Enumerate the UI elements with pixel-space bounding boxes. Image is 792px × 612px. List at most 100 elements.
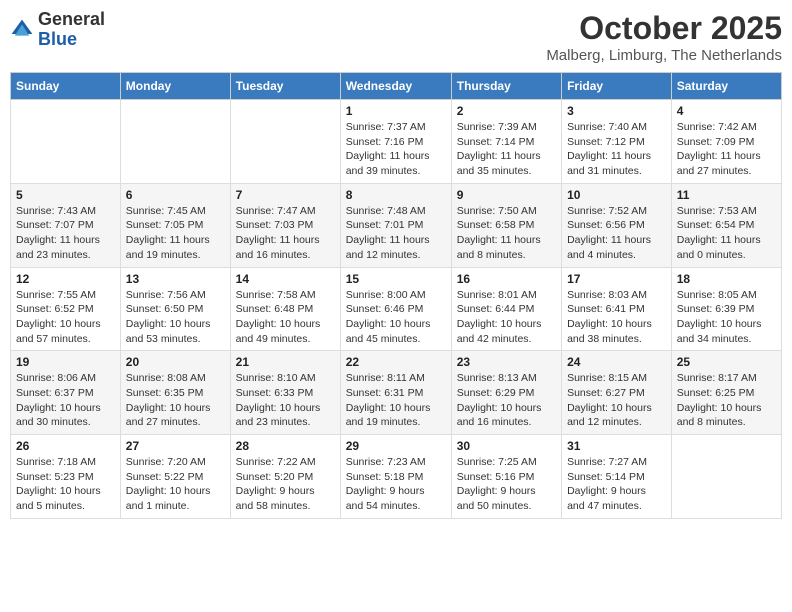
header-monday: Monday	[120, 73, 230, 100]
table-cell: 27Sunrise: 7:20 AMSunset: 5:22 PMDayligh…	[120, 435, 230, 519]
day-number: 19	[16, 355, 115, 369]
day-info: Sunrise: 7:27 AMSunset: 5:14 PMDaylight:…	[567, 455, 666, 514]
table-cell: 13Sunrise: 7:56 AMSunset: 6:50 PMDayligh…	[120, 267, 230, 351]
table-cell: 17Sunrise: 8:03 AMSunset: 6:41 PMDayligh…	[562, 267, 672, 351]
table-cell: 7Sunrise: 7:47 AMSunset: 7:03 PMDaylight…	[230, 183, 340, 267]
day-info: Sunrise: 8:10 AMSunset: 6:33 PMDaylight:…	[236, 371, 335, 430]
day-info: Sunrise: 8:06 AMSunset: 6:37 PMDaylight:…	[16, 371, 115, 430]
table-cell: 12 Sunrise: 7:55 AMSunset: 6:52 PMDayligh…	[11, 267, 121, 351]
day-number: 14	[236, 272, 335, 286]
day-info: Sunrise: 8:17 AMSunset: 6:25 PMDaylight:…	[677, 371, 776, 430]
table-cell: 8 Sunrise: 7:48 AMSunset: 7:01 PMDaylight…	[340, 183, 451, 267]
day-info: Sunrise: 7:23 AMSunset: 5:18 PMDaylight:…	[346, 455, 446, 514]
day-info: Sunrise: 7:18 AMSunset: 5:23 PMDaylight:…	[16, 455, 115, 514]
table-cell: 14 Sunrise: 7:58 AMSunset: 6:48 PMDayligh…	[230, 267, 340, 351]
title-section: October 2025 Malberg, Limburg, The Nethe…	[546, 10, 782, 64]
table-cell: 10 Sunrise: 7:52 AMSunset: 6:56 PMDayligh…	[562, 183, 672, 267]
day-info: Sunrise: 7:56 AMSunset: 6:50 PMDaylight:…	[126, 288, 225, 347]
day-info: Sunrise: 7:37 AMSunset: 7:16 PMDaylight:…	[346, 120, 446, 179]
day-number: 24	[567, 355, 666, 369]
day-number: 17	[567, 272, 666, 286]
day-info: Sunrise: 8:15 AMSunset: 6:27 PMDaylight:…	[567, 371, 666, 430]
day-number: 8	[346, 188, 446, 202]
header-sunday: Sunday	[11, 73, 121, 100]
day-number: 2	[457, 104, 556, 118]
day-number: 5	[16, 188, 115, 202]
day-info: Sunrise: 7:48 AMSunset: 7:01 PMDaylight:…	[346, 204, 446, 263]
day-info: Sunrise: 7:22 AMSunset: 5:20 PMDaylight:…	[236, 455, 335, 514]
day-number: 18	[677, 272, 776, 286]
table-cell: 23 Sunrise: 8:13 AMSunset: 6:29 PMDayligh…	[451, 351, 561, 435]
day-info: Sunrise: 7:42 AMSunset: 7:09 PMDaylight:…	[677, 120, 776, 179]
table-cell: 6Sunrise: 7:45 AMSunset: 7:05 PMDaylight…	[120, 183, 230, 267]
day-number: 16	[457, 272, 556, 286]
calendar-week-5: 26 Sunrise: 7:18 AMSunset: 5:23 PMDayligh…	[11, 435, 782, 519]
calendar-week-2: 5 Sunrise: 7:43 AMSunset: 7:07 PMDaylight…	[11, 183, 782, 267]
location: Malberg, Limburg, The Netherlands	[546, 47, 782, 64]
day-info: Sunrise: 8:01 AMSunset: 6:44 PMDaylight:…	[457, 288, 556, 347]
day-info: Sunrise: 7:43 AMSunset: 7:07 PMDaylight:…	[16, 204, 115, 263]
header-wednesday: Wednesday	[340, 73, 451, 100]
calendar-header-row: Sunday Monday Tuesday Wednesday Thursday…	[11, 73, 782, 100]
day-number: 15	[346, 272, 446, 286]
logo-blue: Blue	[38, 29, 77, 49]
day-number: 22	[346, 355, 446, 369]
table-cell: 2 Sunrise: 7:39 AMSunset: 7:14 PMDaylight…	[451, 100, 561, 184]
day-number: 21	[236, 355, 335, 369]
day-number: 29	[346, 439, 446, 453]
header-friday: Friday	[562, 73, 672, 100]
table-cell: 5 Sunrise: 7:43 AMSunset: 7:07 PMDaylight…	[11, 183, 121, 267]
day-number: 23	[457, 355, 556, 369]
day-number: 7	[236, 188, 335, 202]
day-number: 30	[457, 439, 556, 453]
logo: General Blue	[10, 10, 105, 50]
logo-text: General Blue	[38, 10, 105, 50]
day-number: 12	[16, 272, 115, 286]
logo-icon	[10, 18, 34, 42]
table-cell: 9Sunrise: 7:50 AMSunset: 6:58 PMDaylight…	[451, 183, 561, 267]
day-number: 11	[677, 188, 776, 202]
table-cell: 31Sunrise: 7:27 AMSunset: 5:14 PMDayligh…	[562, 435, 672, 519]
table-cell: 21 Sunrise: 8:10 AMSunset: 6:33 PMDayligh…	[230, 351, 340, 435]
day-info: Sunrise: 8:00 AMSunset: 6:46 PMDaylight:…	[346, 288, 446, 347]
header: General Blue October 2025 Malberg, Limbu…	[10, 10, 782, 64]
day-info: Sunrise: 7:50 AMSunset: 6:58 PMDaylight:…	[457, 204, 556, 263]
table-cell: 16 Sunrise: 8:01 AMSunset: 6:44 PMDayligh…	[451, 267, 561, 351]
table-cell: 1 Sunrise: 7:37 AMSunset: 7:16 PMDaylight…	[340, 100, 451, 184]
day-info: Sunrise: 7:52 AMSunset: 6:56 PMDaylight:…	[567, 204, 666, 263]
day-info: Sunrise: 7:39 AMSunset: 7:14 PMDaylight:…	[457, 120, 556, 179]
day-number: 3	[567, 104, 666, 118]
day-info: Sunrise: 7:40 AMSunset: 7:12 PMDaylight:…	[567, 120, 666, 179]
table-cell	[671, 435, 781, 519]
day-number: 4	[677, 104, 776, 118]
day-info: Sunrise: 8:11 AMSunset: 6:31 PMDaylight:…	[346, 371, 446, 430]
day-number: 25	[677, 355, 776, 369]
day-info: Sunrise: 7:55 AMSunset: 6:52 PMDaylight:…	[16, 288, 115, 347]
table-cell	[120, 100, 230, 184]
day-number: 27	[126, 439, 225, 453]
day-number: 26	[16, 439, 115, 453]
day-info: Sunrise: 8:05 AMSunset: 6:39 PMDaylight:…	[677, 288, 776, 347]
table-cell	[11, 100, 121, 184]
calendar-week-4: 19 Sunrise: 8:06 AMSunset: 6:37 PMDayligh…	[11, 351, 782, 435]
day-info: Sunrise: 8:13 AMSunset: 6:29 PMDaylight:…	[457, 371, 556, 430]
day-number: 1	[346, 104, 446, 118]
table-cell: 30 Sunrise: 7:25 AMSunset: 5:16 PMDayligh…	[451, 435, 561, 519]
page-container: General Blue October 2025 Malberg, Limbu…	[10, 10, 782, 519]
day-info: Sunrise: 7:58 AMSunset: 6:48 PMDaylight:…	[236, 288, 335, 347]
calendar-week-1: 1 Sunrise: 7:37 AMSunset: 7:16 PMDaylight…	[11, 100, 782, 184]
day-number: 10	[567, 188, 666, 202]
table-cell: 11Sunrise: 7:53 AMSunset: 6:54 PMDayligh…	[671, 183, 781, 267]
table-cell: 20Sunrise: 8:08 AMSunset: 6:35 PMDayligh…	[120, 351, 230, 435]
table-cell: 25 Sunrise: 8:17 AMSunset: 6:25 PMDayligh…	[671, 351, 781, 435]
day-number: 6	[126, 188, 225, 202]
table-cell	[230, 100, 340, 184]
table-cell: 18 Sunrise: 8:05 AMSunset: 6:39 PMDayligh…	[671, 267, 781, 351]
table-cell: 26 Sunrise: 7:18 AMSunset: 5:23 PMDayligh…	[11, 435, 121, 519]
header-saturday: Saturday	[671, 73, 781, 100]
calendar-week-3: 12 Sunrise: 7:55 AMSunset: 6:52 PMDayligh…	[11, 267, 782, 351]
header-tuesday: Tuesday	[230, 73, 340, 100]
table-cell: 15 Sunrise: 8:00 AMSunset: 6:46 PMDayligh…	[340, 267, 451, 351]
month-year: October 2025	[546, 10, 782, 47]
day-info: Sunrise: 7:25 AMSunset: 5:16 PMDaylight:…	[457, 455, 556, 514]
